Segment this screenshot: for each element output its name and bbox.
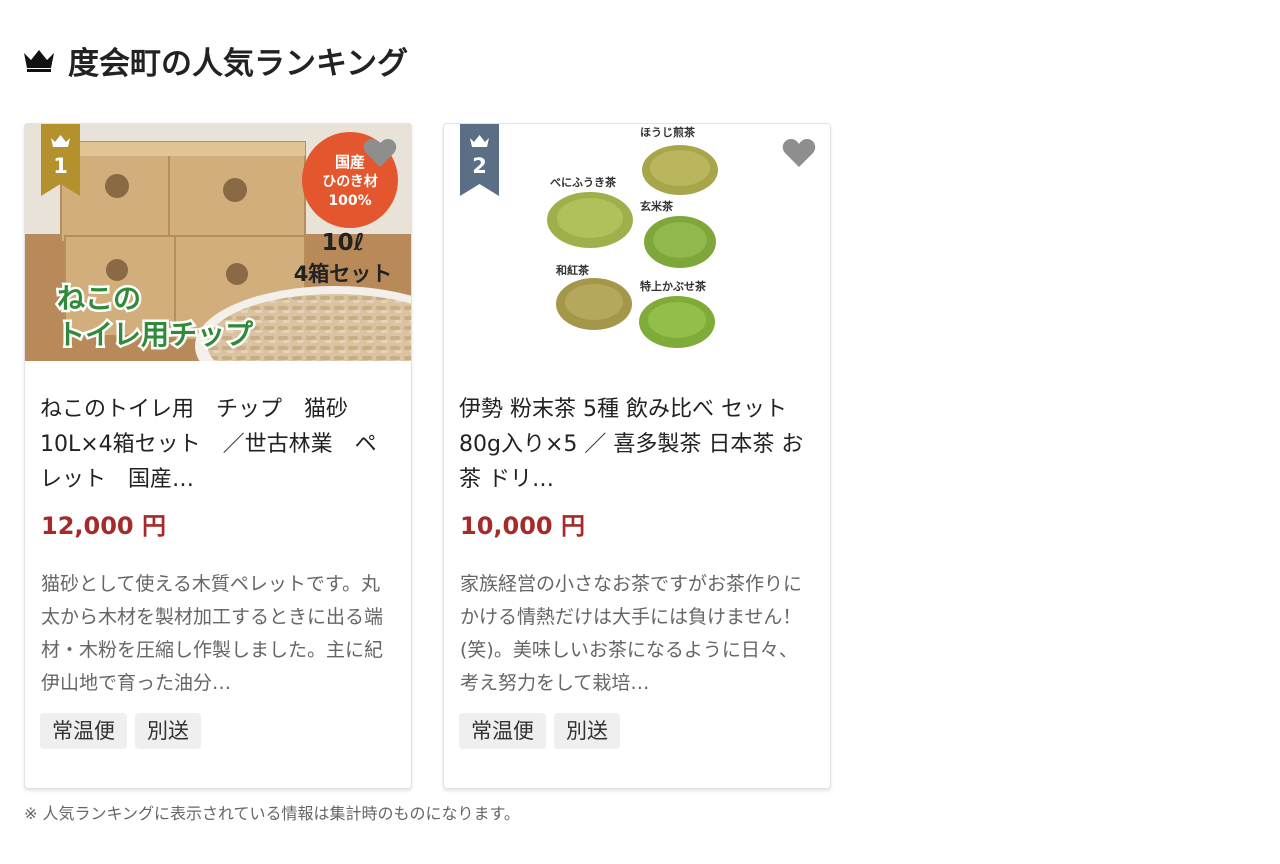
svg-text:ねこの: ねこの: [57, 282, 141, 315]
svg-text:国産: 国産: [335, 153, 365, 171]
tag-shipping: 常温便: [40, 713, 127, 749]
svg-text:トイレ用チップ: トイレ用チップ: [57, 318, 254, 351]
svg-text:ひのき材: ひのき材: [322, 173, 378, 190]
svg-text:べにふうき茶: べにふうき茶: [550, 175, 617, 189]
product-title[interactable]: 伊勢 粉末茶 5種 飲み比べ セット 80g入り×5 ／ 喜多製茶 日本茶 お茶…: [459, 392, 817, 497]
tag-separate: 別送: [135, 713, 201, 749]
rank-badge-2: 2: [460, 124, 499, 196]
svg-text:100%: 100%: [328, 193, 371, 209]
product-image-2[interactable]: ほうじ煎茶 べにふうき茶 玄米茶 和紅茶 特上かぶせ茶: [444, 124, 830, 361]
svg-text:ほうじ煎茶: ほうじ煎茶: [640, 125, 696, 139]
product-image-1[interactable]: 国産 ひのき材 100% 10ℓ 4箱セット ねこの トイレ用チップ: [25, 124, 411, 361]
ranking-footnote: ※ 人気ランキングに表示されている情報は集計時のものになります。: [24, 804, 520, 823]
product-price: 10,000 円: [460, 512, 585, 540]
favorite-heart-icon[interactable]: [782, 138, 816, 168]
svg-text:10ℓ: 10ℓ: [322, 230, 365, 256]
tag-shipping: 常温便: [459, 713, 546, 749]
svg-text:和紅茶: 和紅茶: [556, 263, 590, 277]
product-card-2[interactable]: ほうじ煎茶 べにふうき茶 玄米茶 和紅茶 特上かぶせ茶 2 伊勢 粉末茶 5種 …: [443, 123, 831, 789]
product-card-1[interactable]: 国産 ひのき材 100% 10ℓ 4箱セット ねこの トイレ用チップ 1 ねこの…: [24, 123, 412, 789]
rank-number: 1: [53, 154, 68, 178]
product-title[interactable]: ねこのトイレ用 チップ 猫砂 10L×4箱セット ／世古林業 ペレット 国産…: [40, 392, 398, 497]
tag-list: 常温便 別送: [40, 713, 201, 749]
ranking-title: 度会町の人気ランキング: [68, 45, 409, 82]
rank-badge-1: 1: [41, 124, 80, 196]
crown-icon: [24, 50, 54, 72]
ranking-header: 度会町の人気ランキング: [22, 38, 408, 82]
rank-number: 2: [472, 154, 487, 178]
product-description: 猫砂として使える木質ペレットです。丸太から木材を製材加工するときに出る端材・木粉…: [41, 573, 384, 694]
favorite-heart-icon[interactable]: [363, 138, 397, 168]
svg-text:特上かぶせ茶: 特上かぶせ茶: [640, 279, 707, 293]
svg-text:玄米茶: 玄米茶: [640, 199, 674, 213]
tag-separate: 別送: [554, 713, 620, 749]
svg-text:4箱セット: 4箱セット: [294, 262, 393, 286]
product-description: 家族経営の小さなお茶ですがお茶作りにかける情熱だけは大手には負けません！(笑)。…: [460, 573, 803, 694]
product-price: 12,000 円: [41, 512, 166, 540]
tag-list: 常温便 別送: [459, 713, 620, 749]
